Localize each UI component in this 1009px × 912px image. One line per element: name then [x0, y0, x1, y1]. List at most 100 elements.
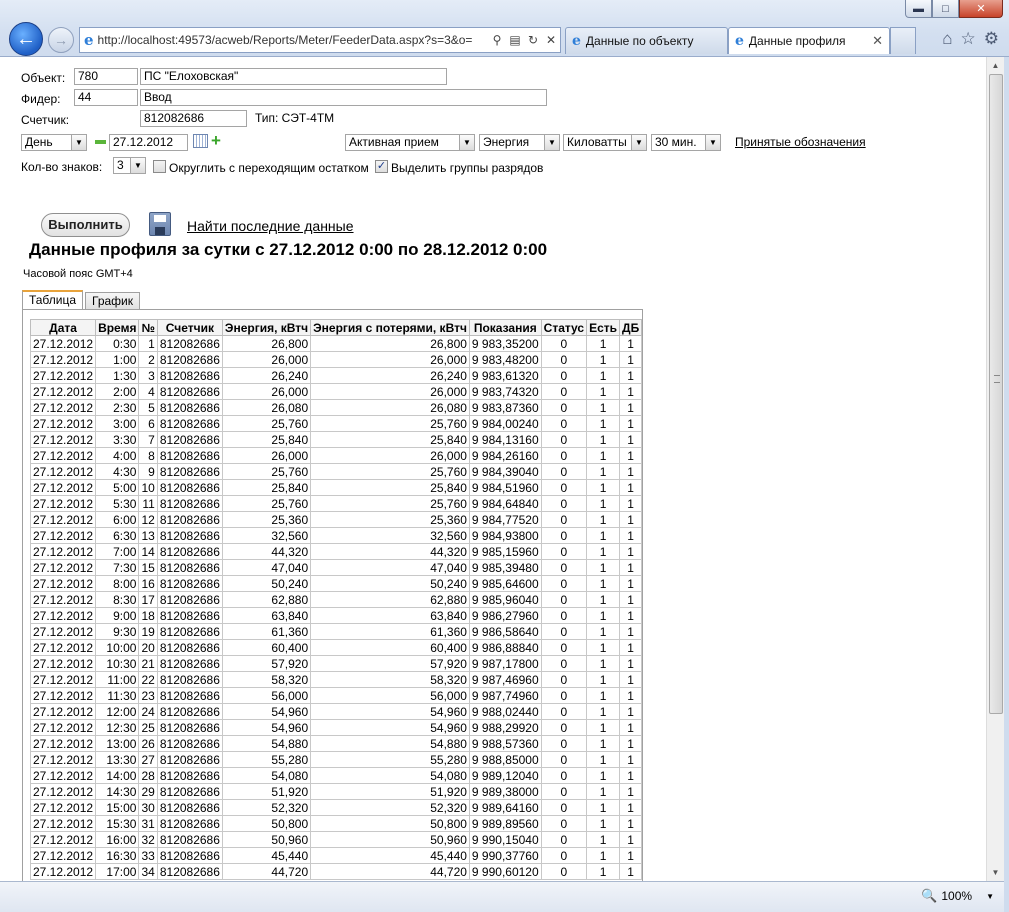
run-button[interactable]: Выполнить	[41, 213, 130, 237]
back-button[interactable]: ←	[9, 22, 43, 56]
address-url[interactable]: http://localhost:49573/acweb/Reports/Met…	[98, 33, 488, 47]
zoom-level: 100%	[941, 889, 973, 903]
cell-present: 1	[586, 607, 621, 624]
tab-chart[interactable]: График	[85, 292, 140, 310]
save-disk-icon[interactable]	[149, 212, 171, 236]
cell-status: 0	[540, 447, 588, 464]
cell-energy: 62,880	[221, 591, 312, 608]
cell-present: 1	[586, 479, 621, 496]
table-row: 27.12.2012 10:00 20 812082686 60,400 60,400 9 …	[29, 639, 643, 656]
browser-toolbar: ⌂ ☆ ⚙	[942, 29, 999, 49]
scrollbar-thumb[interactable]	[989, 74, 1003, 714]
favorites-star-icon[interactable]: ☆	[961, 29, 976, 49]
gear-icon[interactable]: ⚙	[984, 29, 999, 49]
digits-select[interactable]: 3 ▼	[113, 157, 146, 174]
tab-object-data[interactable]: e Данные по объекту	[565, 27, 728, 54]
cell-db: 1	[619, 783, 643, 800]
table-row: 27.12.2012 17:00 34 812082686 44,720 44,720 9 …	[29, 863, 643, 880]
period-value: День	[25, 135, 53, 149]
col-meter: Счетчик	[156, 319, 223, 336]
close-window-button[interactable]: ✕	[959, 0, 1003, 18]
cell-time: 3:30	[95, 431, 140, 448]
next-date-button[interactable]: +	[211, 132, 221, 149]
cell-present: 1	[586, 783, 621, 800]
quantity-select[interactable]: Энергия ▼	[479, 134, 560, 151]
table-body: 27.12.2012 0:30 1 812082686 26,800 26,800 9 98…	[29, 335, 643, 880]
cell-readings: 9 986,27960	[468, 607, 542, 624]
tab-profile-data[interactable]: e Данные профиля ✕	[728, 27, 890, 54]
zoom-control[interactable]: 🔍 100% ▼	[921, 888, 994, 904]
group-digits-checkbox[interactable]: ✓	[375, 160, 388, 173]
cell-meter: 812082686	[156, 687, 223, 704]
maximize-button[interactable]: □	[932, 0, 959, 18]
feeder-name-field[interactable]: Ввод	[140, 89, 547, 106]
cell-db: 1	[619, 655, 643, 672]
cell-db: 1	[619, 799, 643, 816]
col-date: Дата	[29, 319, 97, 336]
compatibility-icon[interactable]: ▤	[506, 33, 524, 47]
home-icon[interactable]: ⌂	[942, 29, 952, 49]
meter-field[interactable]: 812082686	[140, 110, 247, 127]
cell-time: 16:30	[95, 847, 140, 864]
object-name-field[interactable]: ПС "Елоховская"	[140, 68, 447, 85]
cell-time: 1:30	[95, 367, 140, 384]
cell-date: 27.12.2012	[29, 719, 97, 736]
scroll-up-icon[interactable]: ▲	[987, 57, 1004, 74]
table-row: 27.12.2012 7:00 14 812082686 44,320 44,320 9 9…	[29, 543, 643, 560]
previous-date-button[interactable]	[95, 140, 106, 144]
find-latest-link[interactable]: Найти последние данные	[187, 218, 354, 234]
cell-time: 17:00	[95, 863, 140, 880]
stop-icon[interactable]: ✕	[542, 33, 560, 47]
address-bar[interactable]: e http://localhost:49573/acweb/Reports/M…	[79, 27, 561, 53]
round-checkbox[interactable]	[153, 160, 166, 173]
cell-time: 5:30	[95, 495, 140, 512]
cell-number: 17	[138, 591, 158, 608]
cell-meter: 812082686	[156, 847, 223, 864]
tab-table[interactable]: Таблица	[22, 290, 83, 310]
cell-readings: 9 983,35200	[468, 335, 542, 352]
feeder-code-field[interactable]: 44	[74, 89, 138, 106]
cell-db: 1	[619, 575, 643, 592]
object-code-field[interactable]: 780	[74, 68, 138, 85]
browser-chrome: ▬ □ ✕ ← → e http://localhost:49573/acweb…	[0, 0, 1009, 57]
cell-energy-losses: 32,560	[310, 527, 470, 544]
cell-meter: 812082686	[156, 799, 223, 816]
units-select[interactable]: Киловатты ▼	[563, 134, 647, 151]
refresh-icon[interactable]: ↻	[524, 33, 542, 47]
date-field[interactable]: 27.12.2012	[109, 134, 188, 151]
scroll-down-icon[interactable]: ▼	[987, 864, 1004, 881]
cell-number: 12	[138, 511, 158, 528]
cell-meter: 812082686	[156, 431, 223, 448]
cell-status: 0	[540, 399, 588, 416]
legend-link[interactable]: Принятые обозначения	[735, 135, 866, 149]
interval-select[interactable]: 30 мин. ▼	[651, 134, 721, 151]
cell-readings: 9 986,88840	[468, 639, 542, 656]
cell-readings: 9 984,51960	[468, 479, 542, 496]
period-select[interactable]: День ▼	[21, 134, 87, 151]
round-label: Округлить с переходящим остатком	[169, 161, 369, 175]
cell-energy: 26,240	[221, 367, 312, 384]
cell-energy-losses: 26,800	[310, 335, 470, 352]
close-tab-icon[interactable]: ✕	[872, 33, 883, 49]
cell-energy-losses: 55,280	[310, 751, 470, 768]
cell-db: 1	[619, 863, 643, 880]
energy-type-select[interactable]: Активная прием ▼	[345, 134, 475, 151]
cell-meter: 812082686	[156, 367, 223, 384]
cell-readings: 9 985,39480	[468, 559, 542, 576]
cell-date: 27.12.2012	[29, 367, 97, 384]
cell-meter: 812082686	[156, 495, 223, 512]
table-panel: Дата Время № Счетчик Энергия, кВтч Энерг…	[22, 309, 643, 881]
cell-energy-losses: 54,960	[310, 719, 470, 736]
table-row: 27.12.2012 0:30 1 812082686 26,800 26,800 9 98…	[29, 335, 643, 352]
cell-date: 27.12.2012	[29, 383, 97, 400]
new-tab-button[interactable]	[890, 27, 916, 54]
calendar-icon[interactable]	[193, 134, 208, 148]
vertical-scrollbar[interactable]: ▲ ▼	[986, 57, 1004, 881]
minimize-button[interactable]: ▬	[905, 0, 932, 18]
search-icon[interactable]: ⚲	[488, 33, 506, 47]
cell-energy-losses: 26,000	[310, 351, 470, 368]
digits-label: Кол-во знаков:	[21, 160, 103, 174]
forward-button[interactable]: →	[48, 27, 74, 53]
table-row: 27.12.2012 2:00 4 812082686 26,000 26,000 9 98…	[29, 383, 643, 400]
cell-energy-losses: 45,440	[310, 847, 470, 864]
